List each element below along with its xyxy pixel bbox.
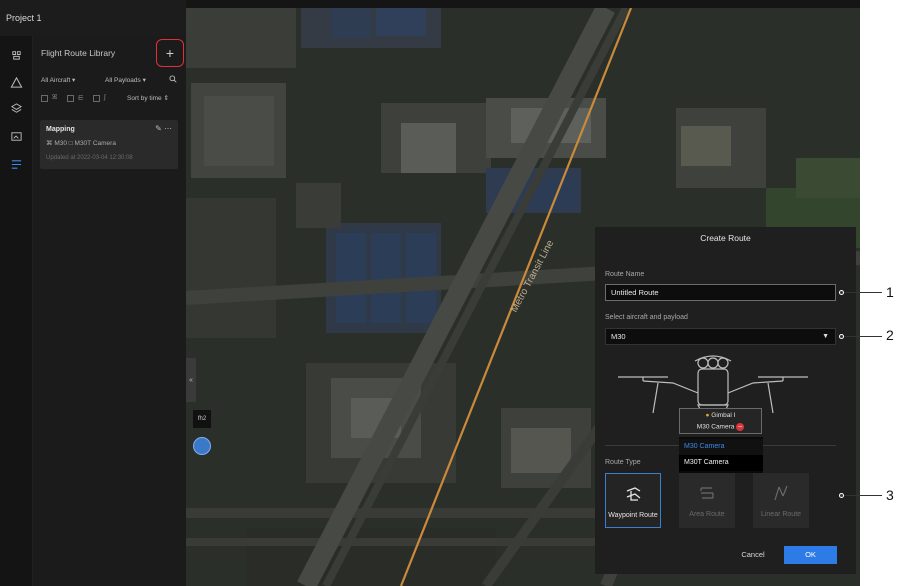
flight-route-library-panel: Flight Route Library + All Aircraft ▾ Al… (33, 36, 186, 586)
route-updated-time: Updated at 2022-03-04 12:30:08 (46, 155, 133, 161)
area-route-icon: ⋿ (78, 95, 84, 102)
gimbal-slot[interactable]: ● Gimbal I M30 Camera – (679, 408, 762, 434)
edit-icon[interactable]: ✎ (155, 124, 162, 133)
camera-dropdown: M30 Camera M30T Camera (679, 437, 763, 473)
aircraft-filter[interactable]: All Aircraft ▾ (41, 76, 75, 84)
gimbal-dot-icon: ● (705, 412, 710, 419)
linear-route-label: Linear Route (760, 511, 802, 518)
area-route-label: Area Route (689, 511, 725, 518)
library-title: Flight Route Library (41, 48, 116, 58)
project-title: Project 1 (0, 0, 186, 36)
payload-filter[interactable]: All Payloads ▾ (105, 76, 146, 84)
media-icon[interactable] (8, 128, 24, 144)
route-library-icon[interactable] (8, 156, 24, 172)
route-list-item[interactable]: Mapping ✎ ⋯ ⌘ M30 □ M30T Camera Updated … (40, 120, 178, 169)
route-type-label: Route Type (605, 459, 641, 466)
area-filter-checkbox[interactable] (67, 95, 74, 102)
collapse-panel-button[interactable]: « (186, 358, 196, 402)
search-icon[interactable] (169, 75, 177, 85)
callout-line (844, 495, 882, 496)
route-name: Mapping (46, 126, 75, 133)
gimbal-camera: M30 Camera (696, 423, 735, 431)
waypoint-route-label: Waypoint Route (608, 512, 658, 519)
route-type-filters: ꕤ ⋿ ∫ Sort by time ⇕ (41, 94, 181, 104)
route-name-label: Route Name (605, 271, 645, 278)
route-aircraft: M30 (54, 140, 67, 147)
camera-option[interactable]: M30T Camera (679, 455, 763, 471)
camera-icon: □ (68, 140, 73, 147)
linear-filter-checkbox[interactable] (93, 95, 100, 102)
callout-line (844, 336, 882, 337)
add-route-button[interactable]: + (156, 39, 184, 67)
area-route-option[interactable]: Area Route (679, 473, 735, 528)
remove-payload-icon[interactable]: – (736, 423, 745, 431)
linear-route-icon: ∫ (104, 94, 106, 101)
more-icon[interactable]: ⋯ (164, 124, 172, 133)
linear-route-icon (774, 485, 788, 501)
aircraft-payload-label: Select aircraft and payload (605, 314, 688, 321)
aircraft-icon: ⌘ (46, 140, 53, 147)
cancel-button[interactable]: Cancel (733, 546, 773, 564)
camera-option[interactable]: M30 Camera (679, 439, 763, 455)
warning-triangle-icon[interactable] (8, 74, 24, 90)
route-meta: ⌘ M30 □ M30T Camera (46, 139, 116, 147)
dialog-title: Create Route (700, 233, 751, 243)
callout-line (844, 292, 882, 293)
route-name-input[interactable] (605, 284, 836, 301)
route-actions: ✎ ⋯ (155, 124, 172, 133)
ok-button[interactable]: OK (784, 546, 837, 564)
caret-down-icon: ▼ (822, 333, 829, 340)
waypoint-filter-checkbox[interactable] (41, 95, 48, 102)
aircraft-select[interactable]: M30 ▼ (605, 328, 836, 345)
linear-route-option[interactable]: Linear Route (753, 473, 809, 528)
gimbal-title: Gimbal I (711, 412, 736, 419)
create-route-dialog: Create Route Route Name Select aircraft … (595, 227, 856, 574)
plus-icon: + (165, 45, 175, 61)
map-mini-badge[interactable]: fh2 (193, 410, 211, 428)
waypoint-route-icon (626, 487, 641, 501)
app-window: Metro Transit Line « fh2 Project 1 Fligh… (0, 0, 860, 586)
callout-number: 3 (886, 487, 894, 503)
area-route-icon (700, 487, 714, 499)
waypoint-route-option[interactable]: Waypoint Route (605, 473, 661, 528)
layers-icon[interactable] (8, 100, 24, 116)
left-nav-rail (0, 36, 33, 586)
route-camera: M30T Camera (74, 140, 116, 147)
dock-location-icon[interactable] (193, 437, 211, 455)
waypoint-route-icon: ꕤ (52, 94, 58, 101)
callout-number: 2 (886, 327, 894, 343)
callout-number: 1 (886, 284, 894, 300)
drone-icon[interactable] (8, 46, 24, 62)
sort-dropdown[interactable]: Sort by time ⇕ (127, 94, 169, 102)
aircraft-select-value: M30 (611, 332, 626, 341)
